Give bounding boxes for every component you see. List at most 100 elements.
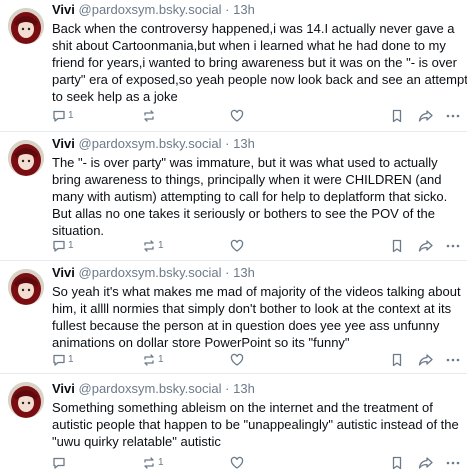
repost-button[interactable]	[142, 108, 158, 124]
speech-bubble-icon	[53, 354, 65, 366]
avatar-image	[8, 8, 44, 44]
author-name[interactable]: Vivi	[52, 2, 75, 17]
avatar[interactable]	[8, 382, 44, 418]
more-dots-icon	[446, 244, 460, 248]
repost-count: 1	[158, 240, 164, 251]
share-arrow-icon	[418, 240, 433, 252]
post-text-line: Back when the controversy happened,i was…	[52, 21, 455, 36]
avatar[interactable]	[8, 140, 44, 176]
post-text: So yeah it's what makes me mad of majori…	[52, 283, 462, 351]
like-button[interactable]	[230, 238, 244, 254]
reply-button[interactable]: 1	[52, 108, 74, 124]
reply-count: 1	[68, 354, 74, 365]
timestamp[interactable]: 13h	[233, 2, 255, 17]
bookmark-icon	[392, 239, 402, 253]
avatar-image	[8, 140, 44, 176]
post[interactable]: Vivi @pardoxsym.bsky.social · 13h The "-…	[0, 132, 467, 261]
post-text-line: Something something ableism on the inter…	[52, 400, 433, 415]
author-name[interactable]: Vivi	[52, 265, 75, 280]
post-text-line: So yeah it's what makes me mad of majori…	[52, 284, 461, 299]
more-dots-icon	[446, 461, 460, 465]
more-button[interactable]	[445, 455, 461, 471]
share-button[interactable]	[418, 455, 434, 471]
heart-icon	[230, 353, 244, 366]
post-text-line: party" era of exposed,so yeah people now…	[52, 72, 467, 87]
post-text-line: many with autism) attempting to call for…	[52, 189, 448, 204]
timestamp[interactable]: 13h	[233, 136, 255, 151]
reply-button[interactable]: 1	[52, 238, 74, 254]
more-button[interactable]	[445, 108, 461, 124]
share-button[interactable]	[418, 108, 434, 124]
avatar-image	[8, 269, 44, 305]
repost-arrows-icon	[144, 240, 154, 252]
post[interactable]: Vivi @pardoxsym.bsky.social · 13h So yea…	[0, 261, 467, 374]
bookmark-button[interactable]	[390, 455, 404, 471]
repost-button[interactable]: 1	[142, 238, 164, 254]
repost-button[interactable]: 1	[142, 352, 164, 368]
heart-icon	[230, 239, 244, 252]
author-handle[interactable]: @pardoxsym.bsky.social	[79, 136, 222, 151]
reply-button[interactable]: 1	[52, 352, 74, 368]
repost-button[interactable]: 1	[142, 455, 164, 471]
timestamp[interactable]: 13h	[233, 265, 255, 280]
share-arrow-icon	[418, 457, 433, 469]
share-button[interactable]	[418, 352, 434, 368]
heart-icon	[230, 109, 244, 122]
post-text-line: situation.	[52, 223, 105, 238]
repost-count: 1	[158, 457, 164, 468]
like-button[interactable]	[230, 352, 244, 368]
post-actions: 1 1	[52, 238, 460, 254]
reply-count: 1	[68, 240, 74, 251]
speech-bubble-icon	[53, 110, 65, 122]
author-handle[interactable]: @pardoxsym.bsky.social	[79, 2, 222, 17]
post-text-line: friend for years,i wanted to bring aware…	[52, 55, 457, 70]
author-handle[interactable]: @pardoxsym.bsky.social	[79, 381, 222, 396]
post-text-line: to seek help as a joke	[52, 89, 178, 104]
repost-arrows-icon	[144, 354, 154, 366]
repost-arrows-icon	[144, 110, 154, 122]
avatar-image	[8, 382, 44, 418]
author-name[interactable]: Vivi	[52, 381, 75, 396]
bookmark-button[interactable]	[390, 238, 404, 254]
timestamp[interactable]: 13h	[233, 381, 255, 396]
heart-icon	[230, 456, 244, 469]
post-text-line: fullest because the person at in questio…	[52, 318, 440, 333]
post[interactable]: Vivi @pardoxsym.bsky.social · 13h Back w…	[0, 0, 467, 132]
author-handle[interactable]: @pardoxsym.bsky.social	[79, 265, 222, 280]
post-actions: 1 1	[52, 352, 460, 368]
avatar[interactable]	[8, 269, 44, 305]
share-arrow-icon	[418, 354, 433, 366]
like-button[interactable]	[230, 108, 244, 124]
post-header: Vivi @pardoxsym.bsky.social · 13h	[52, 135, 255, 153]
like-button[interactable]	[230, 455, 244, 471]
post-header: Vivi @pardoxsym.bsky.social · 13h	[52, 264, 255, 282]
more-button[interactable]	[445, 352, 461, 368]
post[interactable]: Vivi @pardoxsym.bsky.social · 13h Someth…	[0, 374, 467, 476]
bookmark-button[interactable]	[390, 108, 404, 124]
post-text-line: shit about Cartoonmania,but when i learn…	[52, 38, 446, 53]
reply-count: 1	[68, 110, 74, 121]
post-text: Back when the controversy happened,i was…	[52, 20, 467, 105]
avatar[interactable]	[8, 8, 44, 44]
post-text-line: autistic people that happen to be "unapp…	[52, 417, 459, 432]
post-text-line: animations on dollar store PowerPoint so…	[52, 335, 350, 350]
separator: ·	[225, 136, 230, 151]
post-text: The "- is over party" was immature, but …	[52, 154, 462, 239]
post-actions: 1	[52, 455, 460, 471]
more-dots-icon	[446, 358, 460, 362]
speech-bubble-icon	[53, 457, 65, 469]
bookmark-icon	[392, 109, 402, 123]
post-text-line: The "- is over party" was immature, but …	[52, 155, 438, 170]
post-text-line: him, it allll normies that simply don't …	[52, 301, 452, 316]
separator: ·	[225, 381, 230, 396]
speech-bubble-icon	[53, 240, 65, 252]
more-dots-icon	[446, 114, 460, 118]
reply-button[interactable]	[52, 455, 68, 471]
more-button[interactable]	[445, 238, 461, 254]
post-text-line: But allas no one takes it seriously or b…	[52, 206, 435, 221]
bookmark-button[interactable]	[390, 352, 404, 368]
post-header: Vivi @pardoxsym.bsky.social · 13h	[52, 1, 255, 19]
post-header: Vivi @pardoxsym.bsky.social · 13h	[52, 380, 255, 398]
share-button[interactable]	[418, 238, 434, 254]
author-name[interactable]: Vivi	[52, 136, 75, 151]
